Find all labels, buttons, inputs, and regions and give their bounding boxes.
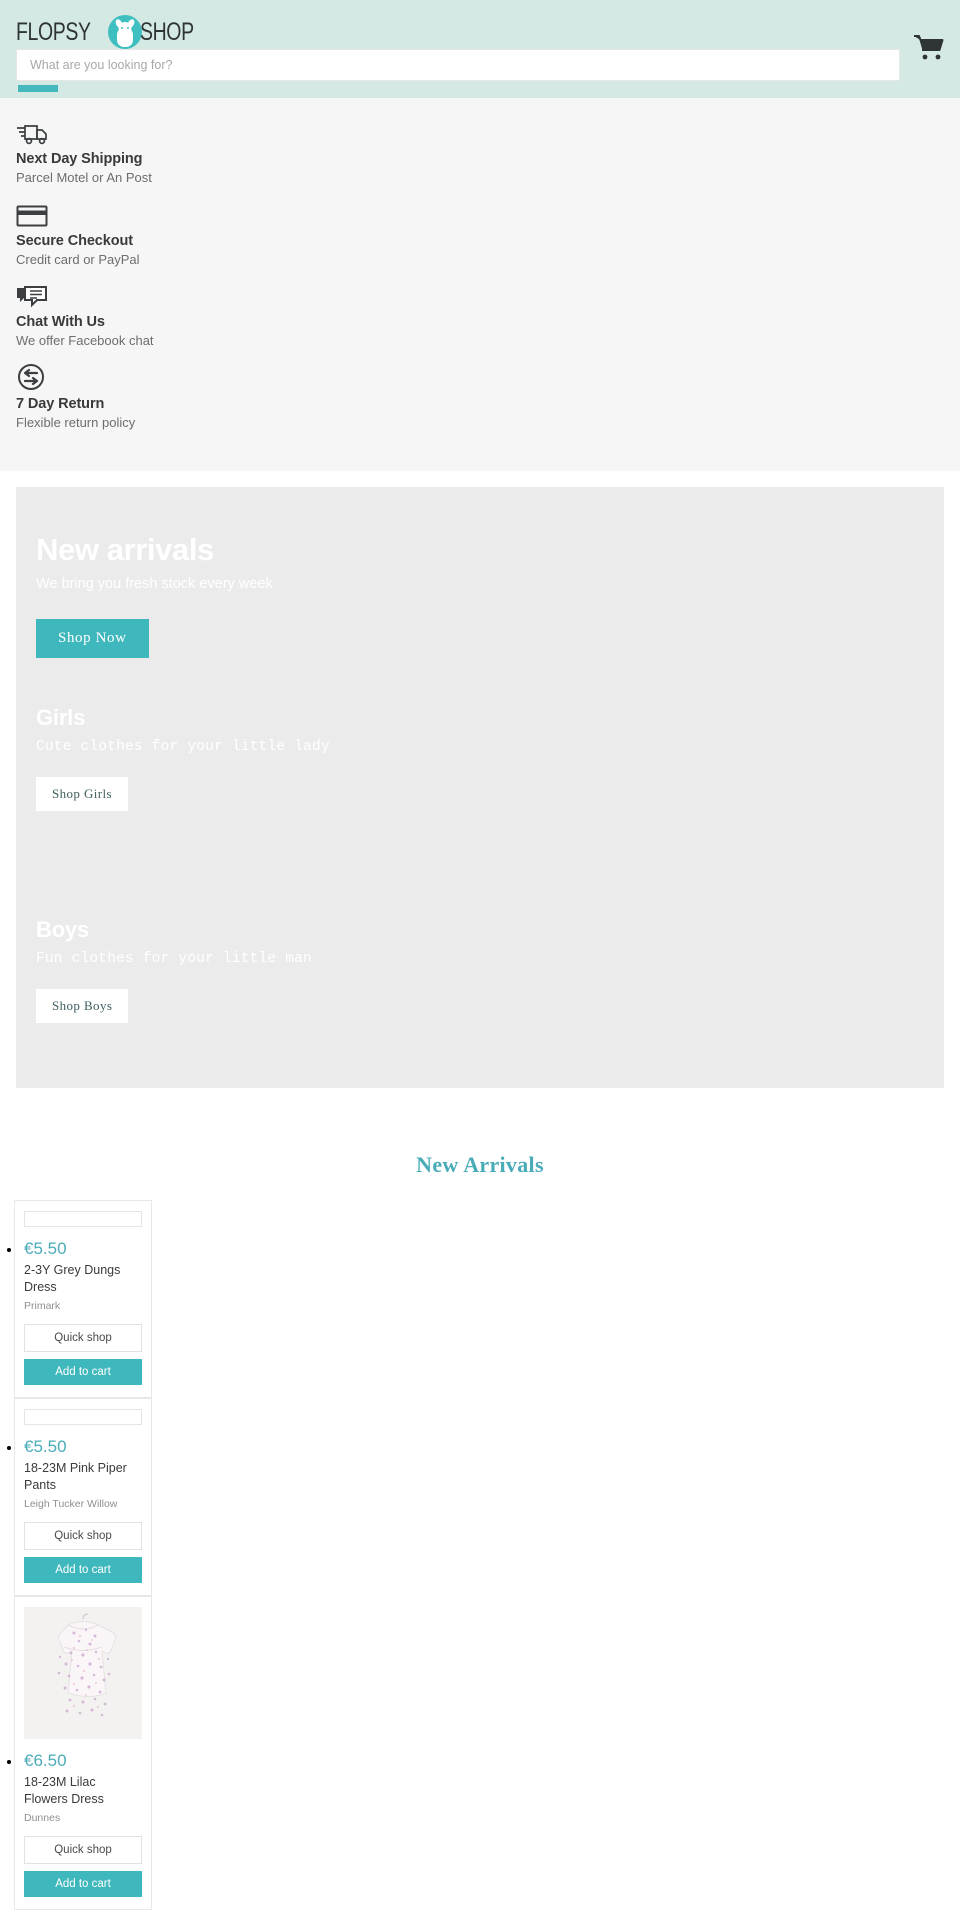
product-price: €5.50 (24, 1436, 67, 1456)
page-title: New Arrivals (416, 1151, 544, 1177)
benefit-subtitle: Flexible return policy (16, 415, 136, 430)
shopping-cart-icon (914, 35, 944, 60)
benefit-subtitle: We offer Facebook chat (16, 333, 154, 349)
product-name[interactable]: 2-3Y Grey Dungs Dress (24, 1262, 142, 1296)
quick-shop-button[interactable]: Quick shop (24, 1835, 142, 1864)
return-arrows-icon (16, 361, 944, 391)
promo-new-arrivals[interactable]: New arrivals We bring you fresh stock ev… (16, 487, 944, 694)
list-item: €6.50 18-23M Lilac Flowers Dress Dunnes … (14, 1595, 160, 1910)
product-price: €6.50 (24, 1750, 67, 1770)
benefit-secure-checkout: Secure Checkout Credit card or PayPal (0, 198, 960, 270)
promo-subtitle: Fun clothes for your little man (36, 950, 312, 967)
product-brand: Primark (24, 1299, 61, 1312)
list-item: €5.50 2-3Y Grey Dungs Dress Primark Quic… (14, 1199, 160, 1398)
benefit-title: 7 Day Return (16, 395, 105, 412)
promo-girls[interactable]: Girls Cute clothes for your little lady … (16, 694, 944, 906)
search-bar[interactable] (16, 49, 900, 81)
product-image-placeholder[interactable] (24, 1210, 142, 1227)
product-card[interactable]: €5.50 2-3Y Grey Dungs Dress Primark Quic… (14, 1199, 152, 1398)
add-to-cart-button[interactable]: Add to cart (24, 1556, 142, 1583)
chat-bubbles-icon (16, 279, 944, 309)
benefit-subtitle: Parcel Motel or An Post (16, 170, 152, 186)
benefit-chat-with-us: Chat With Us We offer Facebook chat (0, 279, 960, 351)
list-item: €5.50 18-23M Pink Piper Pants Leigh Tuck… (14, 1397, 160, 1596)
promo-title: New arrivals (36, 531, 214, 567)
logo-text-flopsy: FLOPSY (16, 17, 91, 46)
benefit-subtitle: Credit card or PayPal (16, 251, 140, 267)
product-card[interactable]: €5.50 18-23M Pink Piper Pants Leigh Tuck… (14, 1397, 152, 1596)
quick-shop-button[interactable]: Quick shop (24, 1323, 142, 1352)
benefit-title: Secure Checkout (16, 232, 133, 249)
search-input[interactable] (16, 49, 900, 81)
benefit-next-day-shipping: Next Day Shipping Parcel Motel or An Pos… (0, 116, 960, 188)
benefit-7-day-return: 7 Day Return Flexible return policy (0, 361, 960, 433)
promo-title: Girls (36, 704, 86, 730)
quick-shop-button[interactable]: Quick shop (24, 1521, 142, 1550)
site-header: FLOPSY SHOP (0, 0, 960, 98)
product-list: €5.50 2-3Y Grey Dungs Dress Primark Quic… (0, 1199, 960, 1910)
add-to-cart-button[interactable]: Add to cart (24, 1358, 142, 1385)
product-card[interactable]: €6.50 18-23M Lilac Flowers Dress Dunnes … (14, 1595, 152, 1910)
product-brand: Leigh Tucker Willow (24, 1497, 118, 1510)
shop-now-button[interactable]: Shop Now (36, 618, 149, 658)
promo-boys[interactable]: Boys Fun clothes for your little man Sho… (16, 906, 944, 1088)
logo-text-shop: SHOP (139, 17, 194, 46)
credit-card-icon (16, 198, 944, 228)
product-price: €5.50 (24, 1238, 67, 1258)
new-arrivals-section: New Arrivals €5.50 2-3Y Grey Dungs Dress… (0, 1104, 960, 1910)
promo-subtitle: Cute clothes for your little lady (36, 738, 330, 755)
product-brand: Dunnes (24, 1811, 61, 1824)
bunny-badge-icon (107, 15, 142, 49)
promo-banners: New arrivals We bring you fresh stock ev… (0, 470, 960, 1104)
benefits-bar: Next Day Shipping Parcel Motel or An Pos… (0, 98, 960, 471)
promo-title: Boys (36, 916, 89, 942)
search-accent-bar (18, 85, 58, 92)
product-image-placeholder[interactable] (24, 1408, 142, 1425)
cart-button[interactable] (912, 32, 946, 62)
product-image[interactable] (24, 1606, 142, 1739)
product-name[interactable]: 18-23M Lilac Flowers Dress (24, 1774, 142, 1808)
product-name[interactable]: 18-23M Pink Piper Pants (24, 1460, 142, 1494)
benefit-title: Next Day Shipping (16, 151, 143, 167)
benefit-title: Chat With Us (16, 314, 105, 331)
promo-subtitle: We bring you fresh stock every week (36, 575, 273, 592)
shop-boys-button[interactable]: Shop Boys (36, 988, 129, 1023)
shop-girls-button[interactable]: Shop Girls (36, 776, 128, 811)
delivery-truck-icon (16, 116, 944, 146)
site-logo[interactable]: FLOPSY SHOP (16, 14, 209, 50)
